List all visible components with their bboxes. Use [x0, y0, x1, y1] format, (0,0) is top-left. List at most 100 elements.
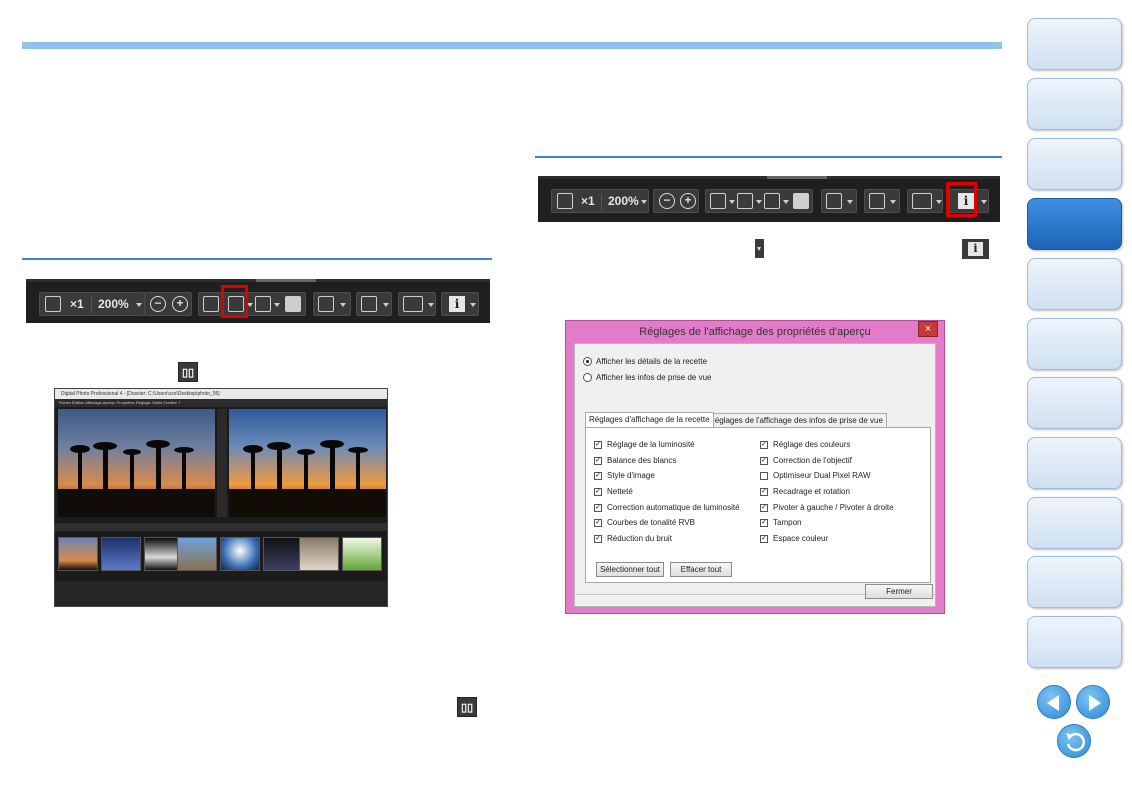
af-points-group [356, 292, 392, 316]
nav-tab-6[interactable] [1027, 318, 1122, 370]
checkbox-noise-reduction[interactable]: ✓ [594, 535, 602, 543]
af-points-icon[interactable] [361, 296, 377, 312]
splitter[interactable] [217, 409, 227, 517]
nav-tab-3[interactable] [1027, 138, 1122, 190]
zoom-x1-button[interactable]: ×1 [70, 297, 84, 311]
thumbnail[interactable] [58, 537, 98, 571]
toolbar-scrollbar[interactable] [767, 176, 827, 179]
nav-tab-1[interactable] [1027, 18, 1122, 70]
chevron-down-icon[interactable] [470, 303, 476, 307]
info-icon: i [962, 239, 989, 259]
chevron-down-icon[interactable] [756, 200, 762, 204]
chevron-down-icon[interactable] [847, 200, 853, 204]
checkbox-picture-style[interactable]: ✓ [594, 472, 602, 480]
chevron-down-icon[interactable] [428, 303, 434, 307]
zoom-x1-button[interactable]: ×1 [581, 194, 595, 208]
checkbox-label: Balance des blancs [607, 456, 677, 465]
checkbox-auto-lighting[interactable]: ✓ [594, 504, 602, 512]
radio-shooting-info[interactable] [583, 373, 592, 382]
highlight-warning-icon[interactable] [403, 296, 423, 312]
af-points-icon[interactable] [869, 193, 885, 209]
checkbox-dual-pixel-raw[interactable] [760, 472, 768, 480]
close-icon[interactable]: × [918, 321, 938, 337]
checkbox-label: Tampon [773, 518, 802, 527]
dpp-app-screenshot: Digital Photo Professional 4 - [Dossier:… [54, 388, 388, 607]
section-divider-left [22, 258, 492, 260]
thumbnail[interactable] [342, 537, 382, 571]
chevron-down-icon[interactable] [274, 303, 280, 307]
toolbar-scrollbar[interactable] [256, 279, 316, 282]
zoom-step-group: − + [653, 189, 699, 213]
nav-tab-2[interactable] [1027, 78, 1122, 130]
zoom-level-select[interactable]: 200% [98, 297, 129, 311]
checkbox-brightness[interactable]: ✓ [594, 441, 602, 449]
separator [601, 194, 602, 210]
fit-to-window-icon[interactable] [45, 296, 61, 312]
clear-all-button[interactable]: Effacer tout [670, 562, 732, 577]
single-view-icon[interactable] [203, 296, 219, 312]
thumbnail[interactable] [101, 537, 141, 571]
thumbnail[interactable] [177, 537, 217, 571]
next-page-icon[interactable] [1076, 685, 1110, 719]
view-layout-group [198, 292, 306, 316]
grid-overlay-icon[interactable] [826, 193, 842, 209]
chevron-down-icon[interactable] [981, 200, 987, 204]
chevron-down-icon[interactable] [890, 200, 896, 204]
zoom-in-icon[interactable]: + [680, 193, 696, 209]
preview-image-left [58, 409, 215, 517]
chevron-down-icon[interactable] [136, 303, 142, 307]
radio-recipe-details[interactable] [583, 357, 592, 366]
close-button[interactable]: Fermer [865, 584, 933, 599]
chevron-down-icon[interactable] [383, 303, 389, 307]
previous-page-icon[interactable] [1037, 685, 1071, 719]
chevron-down-icon [755, 239, 764, 258]
zoom-out-icon[interactable]: − [150, 296, 166, 312]
thumbnail[interactable] [220, 537, 260, 571]
thumbnail[interactable] [263, 537, 303, 571]
nav-tab-5[interactable] [1027, 258, 1122, 310]
checkbox-lens-correction[interactable]: ✓ [760, 457, 768, 465]
zoom-group: ×1 200% [39, 292, 145, 316]
nav-tab-11[interactable] [1027, 616, 1122, 668]
checkbox-label: Optimiseur Dual Pixel RAW [773, 471, 871, 480]
chevron-down-icon[interactable] [729, 200, 735, 204]
nav-tab-8[interactable] [1027, 437, 1122, 489]
nav-tab-4-active[interactable] [1027, 198, 1122, 250]
nav-tab-10[interactable] [1027, 556, 1122, 608]
tab-recipe-display[interactable]: Réglages d'affichage de la recette [585, 412, 714, 427]
nav-tab-7[interactable] [1027, 377, 1122, 429]
checkbox-rgb-curves[interactable]: ✓ [594, 519, 602, 527]
grid-layout-icon[interactable] [285, 296, 301, 312]
checkbox-crop-rotate[interactable]: ✓ [760, 488, 768, 496]
highlight-warning-icon[interactable] [912, 193, 932, 209]
chevron-down-icon[interactable] [340, 303, 346, 307]
zoom-out-icon[interactable]: − [659, 193, 675, 209]
tab-shooting-info-display[interactable]: Réglages de l'affichage des infos de pri… [705, 413, 887, 427]
chevron-down-icon[interactable] [936, 200, 942, 204]
recipe-tab-panel: ✓ Réglage de la luminosité ✓ Balance des… [585, 427, 931, 583]
nav-tab-9[interactable] [1027, 497, 1122, 549]
select-all-button[interactable]: Sélectionner tout [596, 562, 664, 577]
side-by-side-icon[interactable] [255, 296, 271, 312]
fit-to-window-icon[interactable] [557, 193, 573, 209]
return-icon[interactable] [1057, 724, 1091, 758]
checkbox-rotate[interactable]: ✓ [760, 504, 768, 512]
side-by-side-icon[interactable] [764, 193, 780, 209]
grid-overlay-icon[interactable] [318, 296, 334, 312]
thumbnail[interactable] [299, 537, 339, 571]
single-view-icon[interactable] [710, 193, 726, 209]
compare-view-icon[interactable] [737, 193, 753, 209]
baobab-silhouette-icon [229, 440, 386, 517]
checkbox-white-balance[interactable]: ✓ [594, 457, 602, 465]
info-icon[interactable]: i [449, 296, 465, 312]
chevron-down-icon[interactable] [641, 200, 647, 204]
checkbox-label: Correction de l'objectif [773, 456, 852, 465]
grid-layout-icon[interactable] [793, 193, 809, 209]
chevron-down-icon[interactable] [783, 200, 789, 204]
checkbox-color-adjustment[interactable]: ✓ [760, 441, 768, 449]
zoom-level-select[interactable]: 200% [608, 194, 639, 208]
zoom-in-icon[interactable]: + [172, 296, 188, 312]
checkbox-sharpness[interactable]: ✓ [594, 488, 602, 496]
checkbox-color-space[interactable]: ✓ [760, 535, 768, 543]
checkbox-stamp[interactable]: ✓ [760, 519, 768, 527]
